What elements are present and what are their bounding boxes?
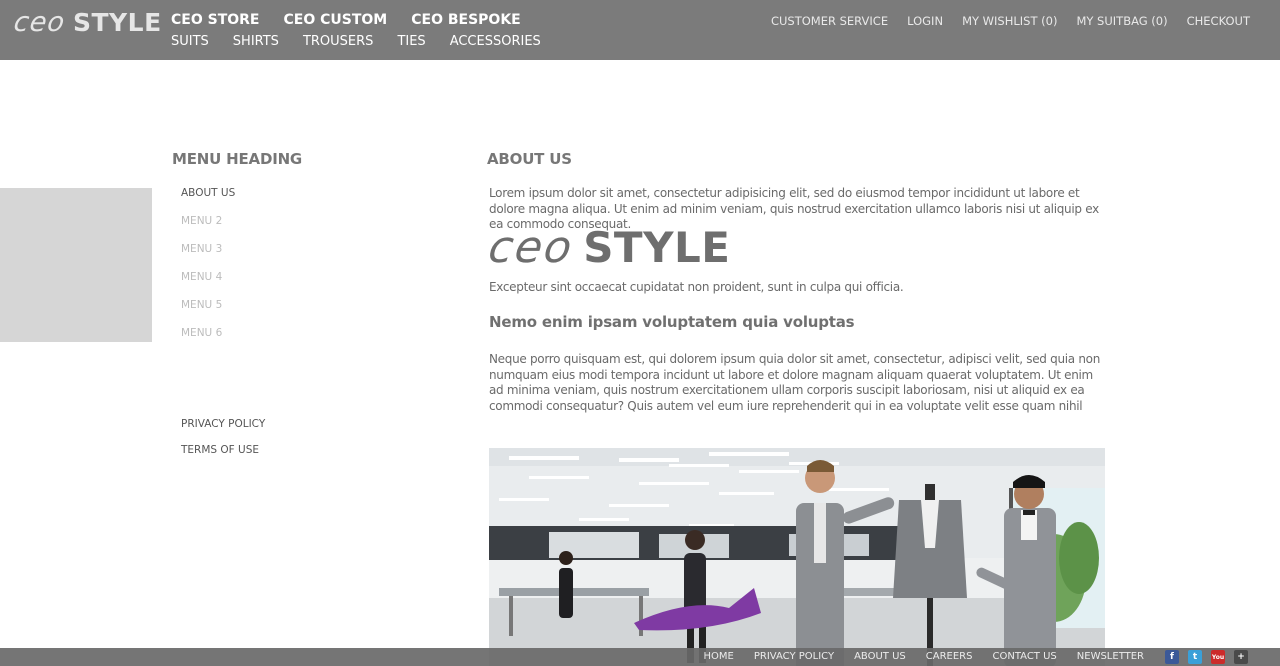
secondary-nav: SUITS SHIRTS TROUSERS TIES ACCESSORIES — [171, 34, 565, 49]
footer-careers-link[interactable]: CAREERS — [926, 651, 973, 662]
checkout-link[interactable]: CHECKOUT — [1187, 14, 1250, 28]
nav-suits[interactable]: SUITS — [171, 34, 209, 49]
site-header: ceo STYLE CEO STORE CEO CUSTOM CEO BESPO… — [0, 0, 1280, 60]
content-logo-style: STYLE — [583, 223, 731, 272]
sidebar-menu: ABOUT US MENU 2 MENU 3 MENU 4 MENU 5 MEN… — [181, 187, 235, 355]
wishlist-link[interactable]: MY WISHLIST (0) — [962, 14, 1057, 28]
sidebar-item-menu-2[interactable]: MENU 2 — [181, 215, 235, 243]
sidebar: MENU HEADING ABOUT US MENU 2 MENU 3 MENU… — [172, 150, 452, 456]
site-footer: HOME PRIVACY POLICY ABOUT US CAREERS CON… — [0, 648, 1280, 666]
section-subheading: Nemo enim ipsam voluptatem quia voluptas — [489, 313, 855, 331]
twitter-icon[interactable]: t — [1188, 650, 1202, 664]
nav-ceo-custom[interactable]: CEO CUSTOM — [284, 12, 388, 28]
footer-about-us-link[interactable]: ABOUT US — [854, 651, 906, 662]
social-links: f t You + — [1156, 650, 1248, 664]
footer-nav: HOME PRIVACY POLICY ABOUT US CAREERS CON… — [684, 651, 1144, 662]
main-content: ABOUT US Lorem ipsum dolor sit amet, con… — [485, 150, 1107, 413]
decorative-gray-block — [0, 188, 152, 342]
footer-home-link[interactable]: HOME — [704, 651, 734, 662]
page-title: ABOUT US — [487, 150, 572, 168]
logo-ceo: ceo — [11, 7, 68, 38]
youtube-icon[interactable]: You — [1211, 650, 1225, 664]
footer-newsletter-link[interactable]: NEWSLETTER — [1077, 651, 1144, 662]
primary-nav: CEO STORE CEO CUSTOM CEO BESPOKE — [171, 12, 545, 28]
suitbag-link[interactable]: MY SUITBAG (0) — [1076, 14, 1167, 28]
logo-style: STYLE — [72, 8, 162, 37]
sidebar-privacy-policy-link[interactable]: PRIVACY POLICY — [181, 418, 265, 444]
sidebar-legal-links: PRIVACY POLICY TERMS OF USE — [181, 418, 265, 470]
nav-trousers[interactable]: TROUSERS — [303, 34, 373, 49]
content-logo: ceo STYLE — [485, 222, 731, 273]
nav-ceo-store[interactable]: CEO STORE — [171, 12, 260, 28]
nav-ceo-bespoke[interactable]: CEO BESPOKE — [411, 12, 521, 28]
nav-shirts[interactable]: SHIRTS — [233, 34, 279, 49]
facebook-icon[interactable]: f — [1165, 650, 1179, 664]
sidebar-item-menu-3[interactable]: MENU 3 — [181, 243, 235, 271]
content-logo-ceo: ceo — [485, 222, 577, 273]
body-paragraph: Neque porro quisquam est, qui dolorem ip… — [489, 352, 1101, 413]
nav-accessories[interactable]: ACCESSORIES — [450, 34, 541, 49]
site-logo[interactable]: ceo STYLE — [11, 7, 162, 38]
login-link[interactable]: LOGIN — [907, 14, 943, 28]
googleplus-icon[interactable]: + — [1234, 650, 1248, 664]
customer-service-link[interactable]: CUSTOMER SERVICE — [771, 14, 888, 28]
sidebar-item-menu-5[interactable]: MENU 5 — [181, 299, 235, 327]
nav-ties[interactable]: TIES — [397, 34, 425, 49]
menu-heading: MENU HEADING — [172, 150, 303, 168]
utility-nav: CUSTOMER SERVICE LOGIN MY WISHLIST (0) M… — [752, 14, 1250, 28]
sidebar-item-about-us[interactable]: ABOUT US — [181, 187, 235, 215]
footer-privacy-policy-link[interactable]: PRIVACY POLICY — [754, 651, 834, 662]
footer-contact-us-link[interactable]: CONTACT US — [992, 651, 1056, 662]
sidebar-terms-of-use-link[interactable]: TERMS OF USE — [181, 444, 265, 470]
second-paragraph: Excepteur sint occaecat cupidatat non pr… — [489, 280, 904, 294]
sidebar-item-menu-6[interactable]: MENU 6 — [181, 327, 235, 355]
sidebar-item-menu-4[interactable]: MENU 4 — [181, 271, 235, 299]
tailoring-studio-photo — [489, 448, 1105, 666]
